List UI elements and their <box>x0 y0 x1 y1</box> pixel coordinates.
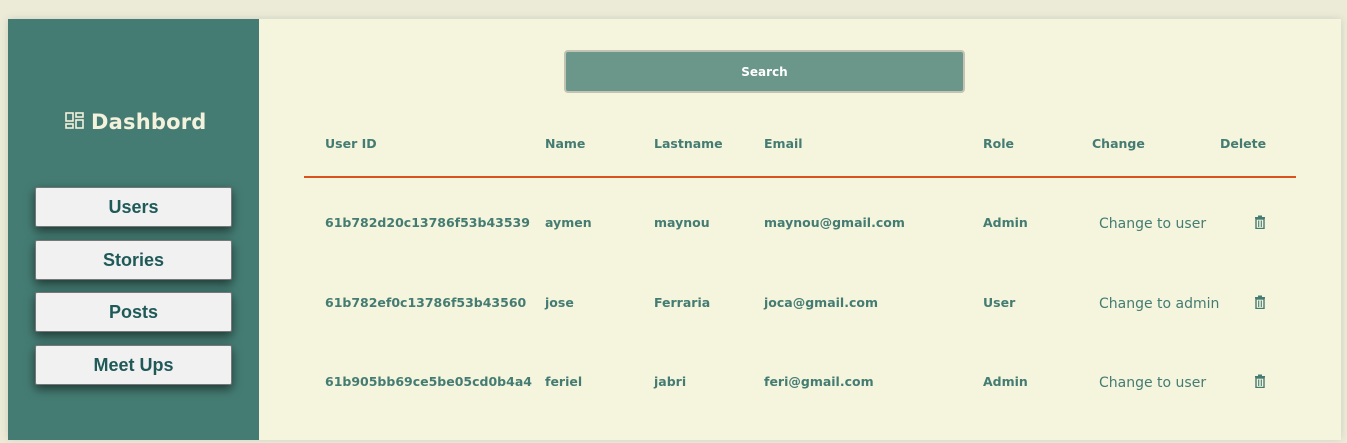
lastname-cell: jabri <box>654 374 687 389</box>
table-row: 61b782ef0c13786f53b43560 jose Ferraria j… <box>259 295 1341 325</box>
table-row: 61b905bb69ce5be05cd0b4a4 feriel jabri fe… <box>259 374 1341 404</box>
role-cell: Admin <box>983 215 1028 230</box>
name-cell: jose <box>545 295 574 310</box>
trash-icon[interactable] <box>1254 295 1266 309</box>
email-cell: feri@gmail.com <box>764 374 874 389</box>
trash-icon[interactable] <box>1254 374 1266 388</box>
change-role-button[interactable]: Change to user <box>1099 216 1206 232</box>
header-email: Email <box>764 136 803 151</box>
user-id-cell: 61b782d20c13786f53b43539 <box>325 215 530 230</box>
header-role: Role <box>983 136 1014 151</box>
sidebar-item-posts[interactable]: Posts <box>35 292 232 332</box>
header-lastname: Lastname <box>654 136 723 151</box>
sidebar-item-meet-ups[interactable]: Meet Ups <box>35 345 232 385</box>
role-cell: User <box>983 295 1016 310</box>
header-delete: Delete <box>1220 136 1267 151</box>
header-name: Name <box>545 136 586 151</box>
header-change: Change <box>1092 136 1145 151</box>
user-id-cell: 61b905bb69ce5be05cd0b4a4 <box>325 374 532 389</box>
sidebar-item-users[interactable]: Users <box>35 187 232 227</box>
brand: Dashbord <box>65 110 207 134</box>
name-cell: feriel <box>545 374 583 389</box>
brand-title: Dashbord <box>91 110 207 134</box>
sidebar: Dashbord Users Stories Posts Meet Ups <box>8 19 259 440</box>
email-cell: joca@gmail.com <box>764 295 878 310</box>
main-content: Search User ID Name Lastname Email Role … <box>259 19 1341 440</box>
user-id-cell: 61b782ef0c13786f53b43560 <box>325 295 527 310</box>
lastname-cell: maynou <box>654 215 710 230</box>
email-cell: maynou@gmail.com <box>764 215 905 230</box>
header-divider <box>304 176 1296 178</box>
change-role-button[interactable]: Change to user <box>1099 375 1206 391</box>
table-row: 61b782d20c13786f53b43539 aymen maynou ma… <box>259 215 1341 245</box>
role-cell: Admin <box>983 374 1028 389</box>
lastname-cell: Ferraria <box>654 295 711 310</box>
change-role-button[interactable]: Change to admin <box>1099 296 1219 312</box>
name-cell: aymen <box>545 215 592 230</box>
dashboard-grid-icon <box>65 112 84 129</box>
header-user-id: User ID <box>325 136 377 151</box>
trash-icon[interactable] <box>1254 215 1266 229</box>
sidebar-item-stories[interactable]: Stories <box>35 240 232 280</box>
search-button[interactable]: Search <box>564 50 965 93</box>
